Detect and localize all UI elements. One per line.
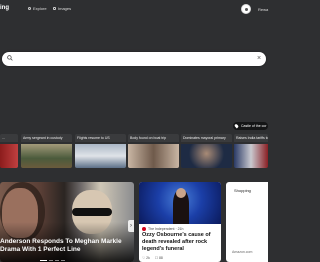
trend-label: Raises India tariffs to bbox=[234, 134, 268, 142]
location-chip[interactable]: Castle of the cor bbox=[233, 122, 268, 130]
nav-explore-label: Explore bbox=[33, 6, 47, 11]
trend-card[interactable]: Raises India tariffs to bbox=[234, 134, 268, 168]
like-button[interactable]: ♡ 2k bbox=[142, 256, 150, 260]
location-pin-icon bbox=[234, 123, 239, 129]
trending-strip: ... Army sergeant in custody Flights res… bbox=[0, 134, 268, 168]
trend-label: Body found on boat trip bbox=[128, 134, 179, 142]
trend-thumbnail bbox=[128, 144, 179, 168]
location-chip-label: Castle of the cor bbox=[241, 124, 267, 128]
top-bar: ing Explore Images Rewa bbox=[0, 0, 268, 18]
nav-explore[interactable]: Explore bbox=[28, 6, 47, 11]
news-reactions: ♡ 2k ☐ 88 bbox=[142, 256, 163, 260]
avatar[interactable] bbox=[241, 4, 251, 14]
compass-icon bbox=[28, 7, 31, 10]
carousel-indicator[interactable] bbox=[40, 260, 65, 261]
shopping-source: Amazon.com bbox=[232, 250, 253, 254]
trend-card[interactable]: ... bbox=[0, 134, 18, 168]
news-source: The Independent · 21h bbox=[139, 224, 221, 232]
news-source-label: The Independent · 21h bbox=[148, 227, 184, 231]
hero-headline[interactable]: Anderson Responds To Meghan Markle Drama… bbox=[0, 238, 130, 254]
trend-thumbnail bbox=[181, 144, 232, 168]
trend-label: Flights resume to US bbox=[75, 134, 126, 142]
trend-label: Army sergeant in custody bbox=[21, 134, 72, 142]
hero-image-part bbox=[72, 208, 112, 216]
publisher-logo-icon bbox=[142, 227, 146, 231]
trend-card[interactable]: Dominates mayoral primary bbox=[181, 134, 232, 168]
news-headline[interactable]: Ozzy Osbourne's cause of death revealed … bbox=[139, 232, 221, 253]
shopping-title: Shopping bbox=[234, 188, 251, 193]
hero-news-card[interactable]: Anderson Responds To Meghan Markle Drama… bbox=[0, 182, 134, 262]
news-thumbnail bbox=[139, 182, 221, 224]
trend-thumbnail bbox=[21, 144, 72, 168]
trend-card[interactable]: Flights resume to US bbox=[75, 134, 126, 168]
trend-label: ... bbox=[0, 134, 18, 142]
clear-search-button[interactable]: × bbox=[257, 54, 261, 63]
trend-label: Dominates mayoral primary bbox=[181, 134, 232, 142]
trend-thumbnail bbox=[0, 144, 18, 168]
news-card[interactable]: The Independent · 21h Ozzy Osbourne's ca… bbox=[139, 182, 221, 262]
image-icon bbox=[53, 7, 56, 10]
trend-thumbnail bbox=[234, 144, 268, 168]
nav-images[interactable]: Images bbox=[53, 6, 71, 11]
trend-thumbnail bbox=[75, 144, 126, 168]
rewards-link[interactable]: Rewa bbox=[258, 7, 268, 12]
user-icon bbox=[245, 8, 248, 11]
nav-images-label: Images bbox=[58, 6, 72, 11]
trend-card[interactable]: Body found on boat trip bbox=[128, 134, 179, 168]
comment-button[interactable]: ☐ 88 bbox=[155, 256, 163, 260]
search-bar[interactable]: × bbox=[2, 52, 266, 66]
shopping-card[interactable]: Shopping Amazon.com bbox=[226, 182, 268, 262]
news-thumbnail-part bbox=[176, 188, 186, 198]
trend-card[interactable]: Army sergeant in custody bbox=[21, 134, 72, 168]
news-feed: Anderson Responds To Meghan Markle Drama… bbox=[0, 180, 268, 262]
brand-logo[interactable]: ing bbox=[0, 5, 9, 11]
search-icon bbox=[7, 55, 13, 61]
carousel-next-button[interactable]: › bbox=[128, 220, 134, 232]
